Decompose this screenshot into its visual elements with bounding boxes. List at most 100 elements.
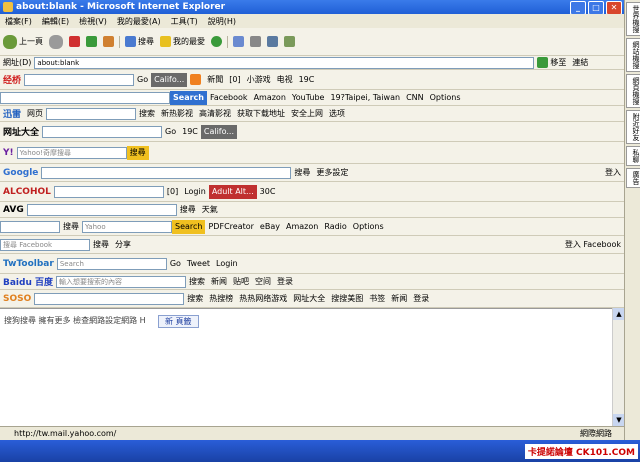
yahoo-search-input[interactable]: Yahoo!奇摩搜尋 <box>16 146 127 159</box>
wangzhi-search-input[interactable] <box>42 125 163 138</box>
soso-hotsearch-link[interactable]: 搜搜美图 <box>328 292 366 306</box>
facebook-search-button[interactable]: 搜尋 <box>90 238 112 252</box>
wangzhi-go-button[interactable]: Go <box>162 125 179 139</box>
google-login-button[interactable]: 登入 <box>602 166 624 180</box>
youtube-link[interactable]: YouTube <box>289 91 328 105</box>
baidu-space-link[interactable]: 空间 <box>252 275 274 289</box>
twtoolbar-login-button[interactable]: Login <box>213 257 241 271</box>
side-tab-5[interactable]: 私聊 <box>626 146 640 166</box>
twtoolbar-search-input[interactable]: Search <box>56 257 167 270</box>
soso-login-button[interactable]: 登录 <box>410 292 432 306</box>
twtoolbar-go-button[interactable]: Go <box>167 257 184 271</box>
jingling-game[interactable]: 小游戏 <box>244 73 274 87</box>
facebook-share-button[interactable]: 分享 <box>112 238 134 252</box>
xunlei-safe-link[interactable]: 安全上网 <box>288 107 326 121</box>
soso-game-link[interactable]: 热热网络游戏 <box>236 292 290 306</box>
jingling-search-input[interactable] <box>24 73 135 86</box>
menu-favorites[interactable]: 我的最愛(A) <box>112 16 166 27</box>
pdfcreator-link[interactable]: PDFCreator <box>205 220 256 234</box>
print-button[interactable] <box>247 35 264 49</box>
soso-search-input[interactable] <box>34 292 185 305</box>
soso-search-button[interactable]: 搜索 <box>184 292 206 306</box>
side-tab-4[interactable]: 附近好友 <box>626 110 640 144</box>
alcohol-adult-link[interactable]: Adult Alt... <box>208 184 257 199</box>
google-toolbar-search-button[interactable]: 搜尋 <box>291 166 313 180</box>
xunlei-search-input[interactable] <box>46 107 137 120</box>
soso-bookmark-link[interactable]: 书签 <box>366 292 388 306</box>
avg-search-input[interactable] <box>26 203 177 216</box>
back-button[interactable]: 上一頁 <box>0 34 46 49</box>
multi-search-button[interactable]: Search <box>172 219 206 234</box>
facebook-link[interactable]: Facebook <box>207 91 251 105</box>
jingling-city[interactable]: Califo... <box>151 72 188 87</box>
xunlei-options-button[interactable]: 选项 <box>326 107 348 121</box>
alcohol-search-input[interactable] <box>53 185 164 198</box>
rss-icon[interactable] <box>187 73 204 87</box>
search-button[interactable]: 搜尋 <box>122 35 157 49</box>
weather-link[interactable]: 19?Taipei, Taiwan <box>327 91 403 105</box>
yahoo-search-button[interactable]: 搜尋 <box>126 145 149 160</box>
radio-link[interactable]: Radio <box>321 220 349 234</box>
xunlei-hd-link[interactable]: 高清影视 <box>196 107 234 121</box>
home-button[interactable] <box>100 35 117 49</box>
google-toolbar-input[interactable] <box>41 166 292 179</box>
amazon-link[interactable]: Amazon <box>251 91 289 105</box>
ebay-link[interactable]: eBay <box>257 220 283 234</box>
soso-news-link[interactable]: 新闻 <box>388 292 410 306</box>
google-options-button[interactable]: Options <box>427 91 464 105</box>
wangzhi-city[interactable]: Califo... <box>200 124 238 139</box>
baidu-login-button[interactable]: 登录 <box>274 275 296 289</box>
edit-button[interactable] <box>264 35 281 49</box>
mail-button[interactable] <box>230 35 247 49</box>
close-button[interactable]: ✕ <box>606 1 622 15</box>
menu-help[interactable]: 說明(H) <box>203 16 241 27</box>
baidu-search-input[interactable]: 輸入想要搜索的內容 <box>56 275 187 288</box>
soso-hot-link[interactable]: 热搜榜 <box>206 292 236 306</box>
multi-search-go[interactable]: 搜尋 <box>60 220 82 234</box>
favorites-button[interactable]: 我的最愛 <box>157 35 208 49</box>
twtoolbar-tweet-button[interactable]: Tweet <box>184 257 213 271</box>
side-tab-2[interactable]: 網站機搜 <box>626 38 640 72</box>
xunlei-movie-link[interactable]: 新热影视 <box>158 107 196 121</box>
google-more-settings[interactable]: 更多設定 <box>313 166 351 180</box>
avg-search-button[interactable]: 搜尋 <box>177 203 199 217</box>
new-tab-button[interactable]: 新 頁籤 <box>158 315 199 328</box>
facebook-login-button[interactable]: 登入 Facebook <box>562 238 624 252</box>
address-go-button[interactable]: 移至 <box>534 56 569 69</box>
xunlei-download-link[interactable]: 获取下载地址 <box>234 107 288 121</box>
links-button[interactable]: 連結 <box>569 56 591 69</box>
side-tab-6[interactable]: 廣告 <box>626 168 640 188</box>
minimize-button[interactable]: _ <box>570 1 586 15</box>
xunlei-web-dropdown[interactable]: 网页 <box>24 107 46 121</box>
amazon-link-2[interactable]: Amazon <box>283 220 321 234</box>
multi-options-button[interactable]: Options <box>350 220 387 234</box>
menu-edit[interactable]: 編輯(E) <box>37 16 74 27</box>
baidu-news-link[interactable]: 新闻 <box>208 275 230 289</box>
media-button[interactable] <box>208 35 225 49</box>
maximize-button[interactable]: □ <box>588 1 604 15</box>
jingling-go-button[interactable]: Go <box>134 73 151 87</box>
google-search-input[interactable] <box>0 91 170 104</box>
avg-weather-button[interactable]: 天氣 <box>199 203 221 217</box>
baidu-post-link[interactable]: 贴吧 <box>230 275 252 289</box>
menu-view[interactable]: 檢視(V) <box>74 16 112 27</box>
yahoo-engine-input[interactable]: Yahoo <box>82 220 172 233</box>
jingling-news[interactable]: 新聞 <box>204 73 226 87</box>
side-tab-3[interactable]: 網頁機搜 <box>626 74 640 108</box>
forward-button[interactable] <box>46 34 66 49</box>
multi-search-input[interactable] <box>0 220 60 233</box>
xunlei-search-button[interactable]: 搜索 <box>136 107 158 121</box>
google-search-button[interactable]: Search <box>170 90 207 105</box>
baidu-search-button[interactable]: 搜索 <box>186 275 208 289</box>
soso-nav-link[interactable]: 网址大全 <box>290 292 328 306</box>
alcohol-login-button[interactable]: Login <box>181 185 209 199</box>
jingling-tv[interactable]: 电视 <box>274 73 296 87</box>
menu-tools[interactable]: 工具(T) <box>166 16 203 27</box>
facebook-search-input[interactable]: 搜尋 Facebook <box>0 238 90 251</box>
stop-button[interactable] <box>66 35 83 49</box>
messenger-button[interactable] <box>281 35 298 49</box>
side-tab-1[interactable]: 世界機搜 <box>626 2 640 36</box>
refresh-button[interactable] <box>83 35 100 49</box>
menu-file[interactable]: 檔案(F) <box>0 16 37 27</box>
address-input[interactable]: about:blank <box>34 56 535 69</box>
